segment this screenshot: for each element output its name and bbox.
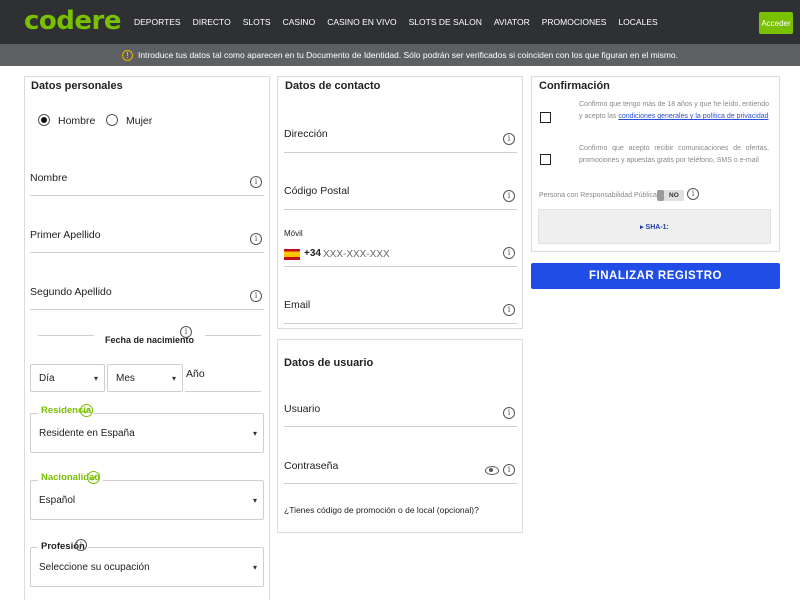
nacionalidad-value: Español: [39, 494, 76, 506]
birth-year-field[interactable]: Año: [186, 368, 205, 380]
email-info-icon[interactable]: i: [503, 304, 515, 316]
nav-locales[interactable]: LOCALES: [618, 17, 657, 27]
gender-male-label: Hombre: [58, 115, 96, 127]
segundo-apellido-info-icon[interactable]: i: [250, 290, 262, 302]
promo-code-link[interactable]: ¿Tienes código de promoción o de local (…: [284, 505, 479, 515]
nav-aviator[interactable]: AVIATOR: [494, 17, 530, 27]
birth-year-underline: [185, 391, 261, 392]
phone-input[interactable]: XXX-XXX-XXX: [323, 249, 390, 260]
nombre-info-icon[interactable]: i: [250, 176, 262, 188]
gender-female-radio[interactable]: [106, 114, 118, 126]
codigo-postal-underline: [284, 209, 517, 210]
warning-icon: !: [121, 49, 133, 61]
spain-flag-icon[interactable]: [284, 249, 300, 260]
password-underline: [284, 483, 517, 484]
chevron-down-icon: ▾: [93, 373, 98, 383]
ppr-info-icon[interactable]: i: [687, 188, 699, 200]
residencia-check-icon: [80, 404, 93, 417]
movil-info-icon[interactable]: i: [503, 247, 515, 259]
terms-link[interactable]: condiciones generales y la política de p…: [618, 113, 768, 120]
profesion-info-icon[interactable]: i: [75, 539, 87, 551]
ppr-label: Persona con Responsabilidad Pública: [539, 192, 657, 199]
usuario-underline: [284, 426, 517, 427]
personal-data-title: Datos personales: [31, 80, 123, 92]
sha-toggle[interactable]: ▸ SHA-1:: [538, 209, 771, 244]
chevron-down-icon: ▾: [171, 373, 176, 383]
direccion-info-icon[interactable]: i: [503, 133, 515, 145]
email-field[interactable]: Email: [284, 299, 310, 311]
main-nav: DEPORTES DIRECTO SLOTS CASINO CASINO EN …: [134, 0, 670, 44]
nacionalidad-select[interactable]: Español ▾: [30, 480, 264, 520]
phone-prefix[interactable]: +34: [304, 248, 321, 259]
email-underline: [284, 323, 517, 324]
nombre-underline: [30, 195, 264, 196]
birth-day-value: Día: [39, 372, 55, 384]
terms-checkbox[interactable]: [540, 112, 551, 123]
birth-month-value: Mes: [116, 372, 135, 384]
offers-text: Confirmo que acepto recibir comunicacion…: [579, 145, 769, 164]
nav-casino[interactable]: CASINO: [283, 17, 316, 27]
id-info-banner: ! Introduce tus datos tal como aparecen …: [0, 44, 800, 66]
nombre-field[interactable]: Nombre: [30, 172, 67, 184]
segundo-apellido-underline: [30, 309, 264, 310]
codigo-postal-info-icon[interactable]: i: [503, 190, 515, 202]
birth-sep-right: [205, 335, 261, 336]
login-button[interactable]: Acceder: [759, 12, 793, 34]
password-info-icon[interactable]: i: [503, 464, 515, 476]
gender-male-radio[interactable]: [38, 114, 50, 126]
direccion-field[interactable]: Dirección: [284, 128, 328, 140]
usuario-field[interactable]: Usuario: [284, 403, 320, 415]
gender-female-label: Mujer: [126, 115, 153, 127]
toggle-knob: [657, 190, 664, 201]
nav-directo[interactable]: DIRECTO: [193, 17, 231, 27]
birth-month-select[interactable]: Mes ▾: [107, 364, 183, 392]
birth-date-title: Fecha de nacimiento: [105, 335, 195, 345]
offers-checkbox[interactable]: [540, 154, 551, 165]
contact-data-panel: [277, 76, 523, 329]
profesion-value: Seleccione su ocupación: [39, 561, 150, 573]
primer-apellido-info-icon[interactable]: i: [250, 233, 262, 245]
ppr-toggle-value: NO: [669, 192, 679, 199]
birth-day-select[interactable]: Día ▾: [30, 364, 105, 392]
nav-casino-en-vivo[interactable]: CASINO EN VIVO: [327, 17, 396, 27]
confirmation-title: Confirmación: [539, 80, 610, 92]
ppr-toggle[interactable]: NO: [657, 190, 684, 201]
segundo-apellido-field[interactable]: Segundo Apellido: [30, 286, 112, 298]
movil-underline: [284, 266, 517, 267]
birth-info-icon[interactable]: i: [180, 326, 192, 338]
nacionalidad-check-icon: [87, 471, 100, 484]
finish-registration-button[interactable]: FINALIZAR REGISTRO: [531, 263, 780, 289]
profesion-select[interactable]: Seleccione su ocupación ▾: [30, 547, 264, 587]
residencia-select[interactable]: Residente en España ▾: [30, 413, 264, 453]
birth-sep-left: [38, 335, 94, 336]
codigo-postal-field[interactable]: Código Postal: [284, 185, 349, 197]
chevron-down-icon: ▾: [252, 562, 257, 572]
nav-slots[interactable]: SLOTS: [243, 17, 271, 27]
usuario-info-icon[interactable]: i: [503, 407, 515, 419]
direccion-underline: [284, 152, 517, 153]
show-password-eye-icon[interactable]: [485, 466, 499, 475]
codere-logo[interactable]: codere: [24, 6, 121, 36]
top-navbar: codere DEPORTES DIRECTO SLOTS CASINO CAS…: [0, 0, 800, 44]
chevron-down-icon: ▾: [252, 428, 257, 438]
primer-apellido-underline: [30, 252, 264, 253]
movil-label: Móvil: [284, 229, 303, 238]
contact-data-title: Datos de contacto: [285, 80, 381, 92]
nav-slots-de-salon[interactable]: SLOTS DE SALON: [409, 17, 482, 27]
primer-apellido-field[interactable]: Primer Apellido: [30, 229, 101, 241]
info-banner-text: Introduce tus datos tal como aparecen en…: [137, 50, 679, 60]
residencia-value: Residente en España: [39, 427, 135, 439]
nav-deportes[interactable]: DEPORTES: [134, 17, 181, 27]
password-field[interactable]: Contraseña: [284, 460, 338, 472]
terms-text: Confirmo que tengo más de 18 años y que …: [579, 99, 769, 123]
nav-promociones[interactable]: PROMOCIONES: [542, 17, 607, 27]
chevron-down-icon: ▾: [252, 495, 257, 505]
user-data-title: Datos de usuario: [284, 357, 374, 369]
